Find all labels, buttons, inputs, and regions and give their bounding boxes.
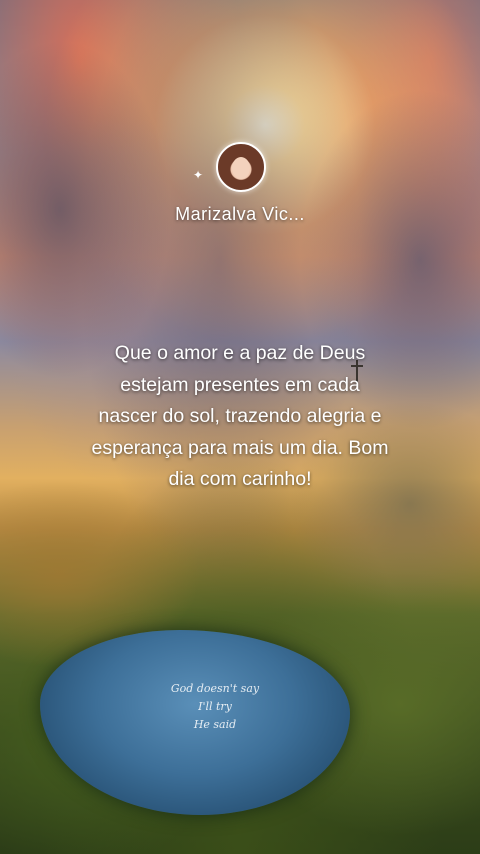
signature-watermark: God doesn't say I'll try He said — [160, 680, 270, 734]
signature-line-1: God doesn't say — [170, 682, 260, 695]
signature-line-3: He said — [193, 718, 237, 731]
post-message: Que o amor e a paz de Deus estejam prese… — [91, 342, 389, 490]
avatar[interactable] — [216, 142, 266, 192]
avatar-face — [232, 157, 250, 179]
sparkle-icon: ✦ — [193, 168, 204, 182]
signature-line-2: I'll try — [198, 700, 232, 713]
username[interactable]: Marizalva Vic... — [0, 204, 480, 225]
